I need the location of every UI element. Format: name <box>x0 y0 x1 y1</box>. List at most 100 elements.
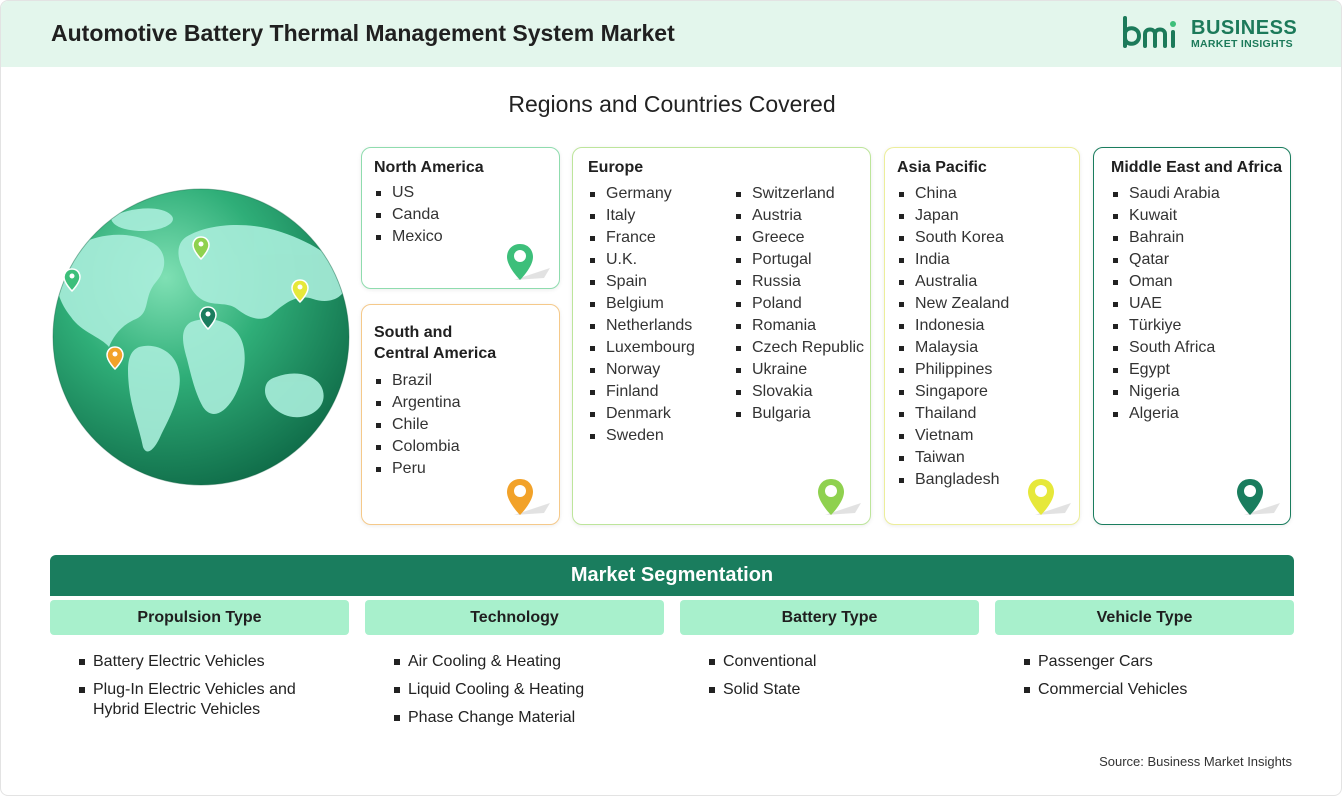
list-item: Luxembourg <box>588 337 695 359</box>
source-note: Source: Business Market Insights <box>1099 754 1292 769</box>
list-item: Japan <box>897 205 1009 227</box>
card-asia-pacific: Asia Pacific China Japan South Korea Ind… <box>884 147 1080 525</box>
segment-header-vehicle-type: Vehicle Type <box>995 600 1294 635</box>
list-item: Malaysia <box>897 337 1009 359</box>
list-item: U.K. <box>588 249 695 271</box>
list-item: Egypt <box>1111 359 1220 381</box>
list-item: Belgium <box>588 293 695 315</box>
list-item: China <box>897 183 1009 205</box>
list-item: Qatar <box>1111 249 1220 271</box>
list-item: Brazil <box>374 370 461 392</box>
list-item: Battery Electric Vehicles <box>79 652 339 672</box>
list-item: Liquid Cooling & Heating <box>394 680 684 700</box>
list-item: Germany <box>588 183 695 205</box>
list-item: Spain <box>588 271 695 293</box>
card-south-america: South and Central America Brazil Argenti… <box>361 304 560 525</box>
list-item: South Korea <box>897 227 1009 249</box>
list-item: India <box>897 249 1009 271</box>
list-item: Italy <box>588 205 695 227</box>
card-middle-east-africa: Middle East and Africa Saudi Arabia Kuwa… <box>1093 147 1291 525</box>
location-pin-icon <box>507 479 550 515</box>
header-bar: Automotive Battery Thermal Management Sy… <box>1 1 1341 67</box>
list-item: US <box>374 182 443 204</box>
segment-list-propulsion-type: Battery Electric Vehicles Plug-In Electr… <box>79 652 339 728</box>
list-item: Peru <box>374 458 461 480</box>
list-item: Saudi Arabia <box>1111 183 1220 205</box>
market-segmentation-banner: Market Segmentation <box>50 555 1294 596</box>
bmi-logo-icon <box>1123 16 1176 48</box>
list-item: Vietnam <box>897 425 1009 447</box>
list-item: Bulgaria <box>734 403 864 425</box>
infographic-frame: Automotive Battery Thermal Management Sy… <box>0 0 1342 796</box>
location-pin-icon <box>1237 479 1280 515</box>
card-title-south-america: South and Central America <box>374 322 496 364</box>
card-title-north-america: North America <box>374 159 484 176</box>
segment-list-technology: Air Cooling & Heating Liquid Cooling & H… <box>394 652 684 736</box>
list-item: Phase Change Material <box>394 708 684 728</box>
list-item: Taiwan <box>897 447 1009 469</box>
list-item: Oman <box>1111 271 1220 293</box>
list-item: Argentina <box>374 392 461 414</box>
list-item: Passenger Cars <box>1024 652 1314 672</box>
list-item: Poland <box>734 293 864 315</box>
list-item: Austria <box>734 205 864 227</box>
list-item: Indonesia <box>897 315 1009 337</box>
location-pin-icon <box>507 244 550 280</box>
segment-header-battery-type: Battery Type <box>680 600 979 635</box>
list-item: UAE <box>1111 293 1220 315</box>
regions-title: Regions and Countries Covered <box>508 91 836 117</box>
logo-text-business: BUSINESS <box>1191 17 1298 39</box>
list-asia-pacific: China Japan South Korea India Australia … <box>897 183 1009 491</box>
list-item: Bahrain <box>1111 227 1220 249</box>
list-item: Portugal <box>734 249 864 271</box>
list-item: Algeria <box>1111 403 1220 425</box>
list-item: Russia <box>734 271 864 293</box>
list-item: Romania <box>734 315 864 337</box>
list-item: Finland <box>588 381 695 403</box>
segment-list-battery-type: Conventional Solid State <box>709 652 999 708</box>
card-title-middle-east-africa: Middle East and Africa <box>1111 159 1282 176</box>
list-item: New Zealand <box>897 293 1009 315</box>
company-logo: BUSINESS MARKET INSIGHTS <box>1121 16 1301 52</box>
card-title-line: Central America <box>374 345 497 362</box>
list-item: France <box>588 227 695 249</box>
card-europe: Europe Germany Italy France U.K. Spain B… <box>572 147 871 525</box>
segment-header-propulsion-type: Propulsion Type <box>50 600 349 635</box>
list-item: Greece <box>734 227 864 249</box>
list-europe-col2: Switzerland Austria Greece Portugal Russ… <box>734 183 864 425</box>
segment-list-vehicle-type: Passenger Cars Commercial Vehicles <box>1024 652 1314 708</box>
card-title-europe: Europe <box>588 159 644 176</box>
list-item: Denmark <box>588 403 695 425</box>
location-pin-icon <box>1028 479 1071 515</box>
list-item: Norway <box>588 359 695 381</box>
card-title-line: South and <box>374 324 453 341</box>
list-item: Bangladesh <box>897 469 1009 491</box>
list-item: Solid State <box>709 680 999 700</box>
list-item: Air Cooling & Heating <box>394 652 684 672</box>
list-item: Chile <box>374 414 461 436</box>
list-item: Türkiye <box>1111 315 1220 337</box>
list-south-america: Brazil Argentina Chile Colombia Peru <box>374 370 461 480</box>
segment-header-technology: Technology <box>365 600 664 635</box>
list-item: Singapore <box>897 381 1009 403</box>
list-item: Commercial Vehicles <box>1024 680 1314 700</box>
list-north-america: US Canda Mexico <box>374 182 443 248</box>
list-item: Plug-In Electric Vehicles and Hybrid Ele… <box>79 680 339 720</box>
list-item: Sweden <box>588 425 695 447</box>
list-item: Netherlands <box>588 315 695 337</box>
list-europe-col1: Germany Italy France U.K. Spain Belgium … <box>588 183 695 447</box>
list-item: South Africa <box>1111 337 1220 359</box>
list-item: Czech Republic <box>734 337 864 359</box>
list-item: Kuwait <box>1111 205 1220 227</box>
page-title: Automotive Battery Thermal Management Sy… <box>51 20 675 46</box>
list-item: Colombia <box>374 436 461 458</box>
list-item: Mexico <box>374 226 443 248</box>
card-north-america: North America US Canda Mexico <box>361 147 560 289</box>
list-item: Ukraine <box>734 359 864 381</box>
list-item: Nigeria <box>1111 381 1220 403</box>
list-item: Slovakia <box>734 381 864 403</box>
globe-illustration <box>52 188 350 486</box>
list-item: Thailand <box>897 403 1009 425</box>
list-item: Philippines <box>897 359 1009 381</box>
list-middle-east-africa: Saudi Arabia Kuwait Bahrain Qatar Oman U… <box>1111 183 1220 425</box>
